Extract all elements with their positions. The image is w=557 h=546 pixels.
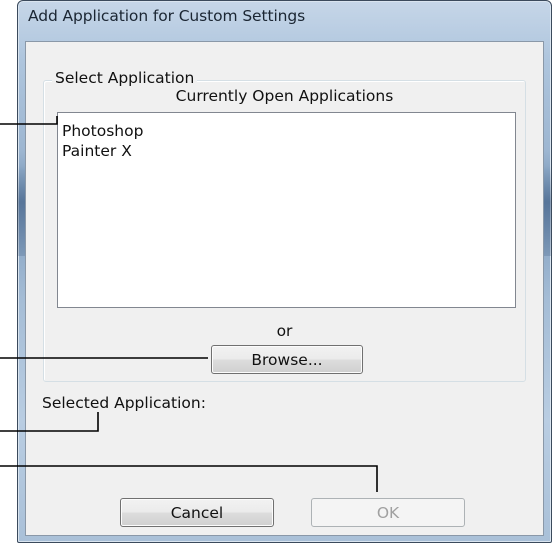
open-applications-caption: Currently Open Applications [175, 87, 394, 105]
browse-button[interactable]: Browse... [211, 345, 363, 374]
dialog-window: Add Application for Custom Settings Sele… [17, 0, 552, 543]
dialog-client-area: Select Application Currently Open Applic… [25, 41, 544, 536]
list-item-photoshop[interactable]: Photoshop [62, 121, 515, 141]
or-label: or [276, 322, 293, 340]
list-item-painter-x[interactable]: Painter X [62, 141, 515, 161]
screenshot-stage: Add Application for Custom Settings Sele… [0, 0, 557, 546]
ok-button[interactable]: OK [311, 498, 465, 527]
selected-application-label: Selected Application: [42, 394, 206, 412]
cancel-button[interactable]: Cancel [120, 498, 274, 527]
select-application-legend: Select Application [52, 69, 198, 87]
open-applications-list[interactable]: Photoshop Painter X [57, 112, 516, 308]
dialog-title: Add Application for Custom Settings [28, 7, 306, 25]
select-application-group: Select Application Currently Open Applic… [43, 69, 526, 382]
